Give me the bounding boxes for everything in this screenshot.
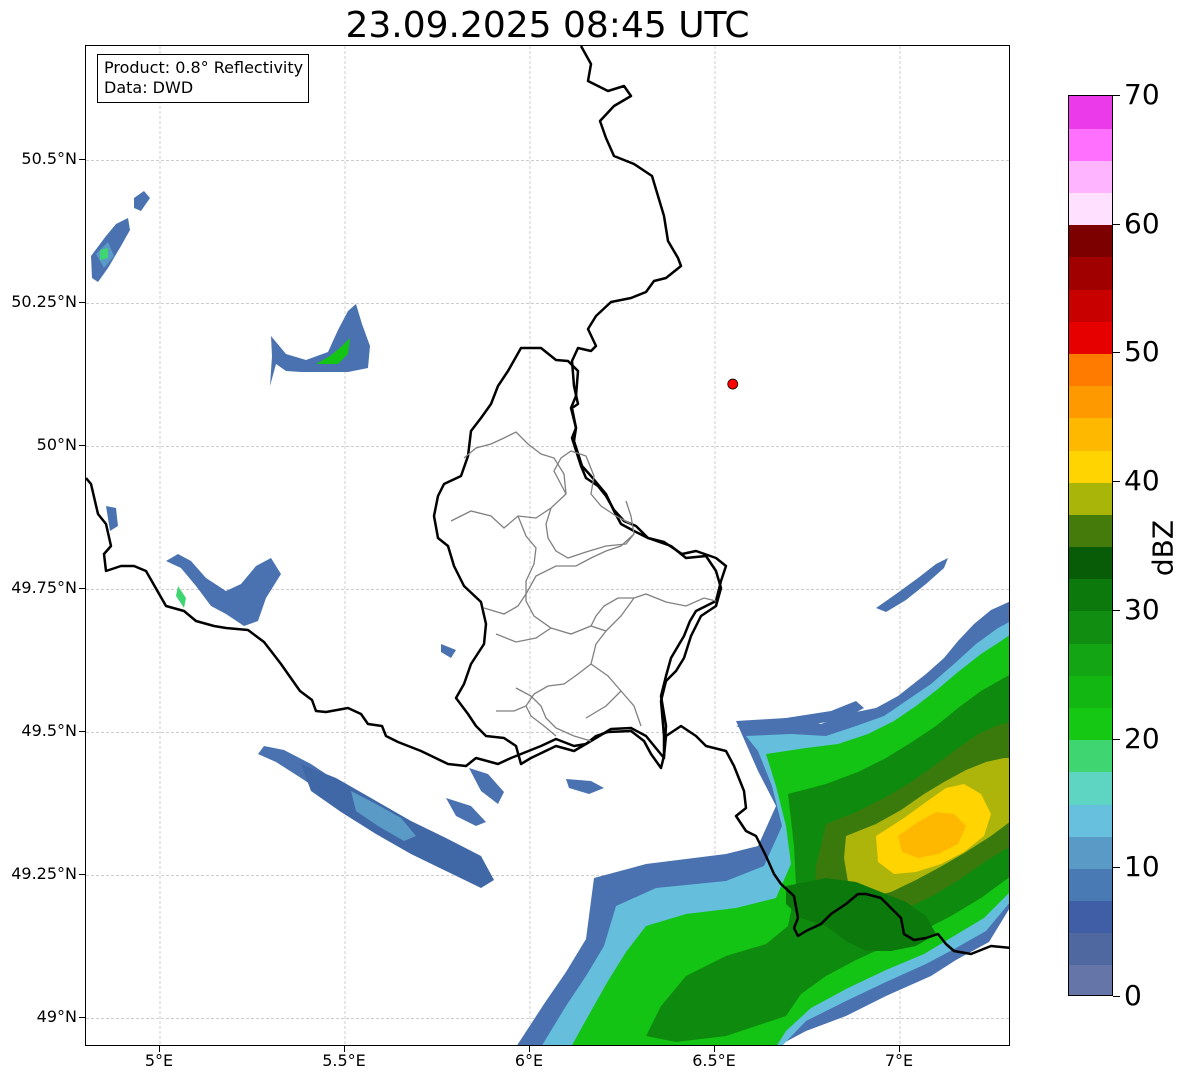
lon-tick-label: 5.5°E [322,1051,366,1070]
radar-site-marker[interactable] [727,378,739,390]
colorbar-tick-label: 10 [1124,850,1160,884]
colorbar-tick-mark [1113,352,1120,354]
echo-nw-cells [91,191,370,386]
colorbar-segment [1069,128,1112,161]
colorbar-tick-label: 40 [1124,464,1160,498]
colorbar-segment [1069,739,1112,773]
lat-tick-mark [79,731,85,733]
lat-tick-label: 49.5°N [21,721,77,741]
colorbar-segment [1069,932,1112,966]
lon-tick-mark [714,1046,715,1052]
colorbar-tick-mark [1113,95,1120,96]
colorbar-tick-mark [1113,867,1120,869]
colorbar-segment [1069,514,1112,548]
colorbar-segment [1069,868,1112,902]
lat-tick-mark [79,874,85,876]
colorbar-segment [1069,610,1112,644]
colorbar-segment [1069,675,1112,708]
lat-tick-mark [79,159,85,161]
colorbar-tick-mark [1113,609,1120,611]
colorbar-segment [1069,321,1112,355]
echo-sw-bands [258,746,604,888]
colorbar-tick-label: 20 [1124,721,1160,755]
colorbar-tick-mark [1113,481,1120,483]
lat-tick-mark [79,445,85,447]
colorbar-segment [1069,160,1112,194]
lon-tick-label: 6.5°E [692,1051,736,1070]
colorbar-tick-mark [1113,223,1120,225]
lat-tick-mark [79,302,85,304]
lon-tick-label: 5°E [144,1051,174,1070]
lon-tick-mark [344,1046,345,1052]
echo-se-complex [517,601,1009,1045]
lon-tick-mark [529,1046,530,1052]
reflectivity-echoes [91,191,1009,1045]
colorbar-segment [1069,449,1112,483]
colorbar-label: dBZ [1146,519,1180,577]
colorbar-segment [1069,836,1112,869]
colorbar-tick-mark [1113,996,1120,997]
lon-tick-label: 7°E [884,1051,914,1070]
product-info-box: Product: 0.8° Reflectivity Data: DWD [97,54,310,103]
colorbar-segment [1069,707,1112,741]
colorbar-segment [1069,900,1112,934]
lat-tick-label: 50.25°N [11,292,77,312]
colorbar-tick-label: 60 [1124,206,1160,240]
lat-tick-label: 50.5°N [21,149,77,169]
colorbar-tick-label: 70 [1124,78,1160,111]
colorbar-segment [1069,289,1112,322]
colorbar [1068,95,1113,996]
colorbar-segment [1069,771,1112,805]
colorbar-segment [1069,256,1112,290]
lat-tick-label: 49°N [36,1007,77,1027]
colorbar-segment [1069,578,1112,612]
lon-tick-label: 6°E [514,1051,544,1070]
colorbar-tick-mark [1113,738,1120,740]
colorbar-segment [1069,96,1112,129]
colorbar-tick-label: 0 [1124,979,1142,1012]
border-de-be-lu [86,46,728,770]
lat-tick-mark [79,1017,85,1019]
border-lu-outline [432,346,723,766]
map-panel[interactable] [85,45,1010,1046]
echo-west-cells [106,506,456,658]
colorbar-segment [1069,964,1112,995]
colorbar-segment [1069,482,1112,515]
lat-tick-label: 50°N [36,435,77,455]
colorbar-tick-label: 50 [1124,335,1160,369]
data-source-label: Data: DWD [104,78,194,97]
radar-map[interactable] [86,46,1010,1046]
lat-tick-label: 49.75°N [11,578,77,598]
colorbar-segment [1069,385,1112,419]
colorbar-segment [1069,803,1112,837]
colorbar-segment [1069,546,1112,580]
colorbar-tick-label: 30 [1124,592,1160,626]
echo-ne-band [876,558,948,612]
lon-tick-mark [899,1046,900,1052]
lon-tick-mark [159,1046,160,1052]
colorbar-segment [1069,224,1112,258]
colorbar-segment [1069,353,1112,387]
luxembourg-districts [450,431,717,742]
lat-tick-label: 49.25°N [11,864,77,884]
product-label: Product: 0.8° Reflectivity [104,58,304,77]
map-title: 23.09.2025 08:45 UTC [345,5,750,46]
colorbar-segment [1069,192,1112,226]
colorbar-segment [1069,643,1112,676]
colorbar-segment [1069,417,1112,451]
lat-tick-mark [79,588,85,590]
